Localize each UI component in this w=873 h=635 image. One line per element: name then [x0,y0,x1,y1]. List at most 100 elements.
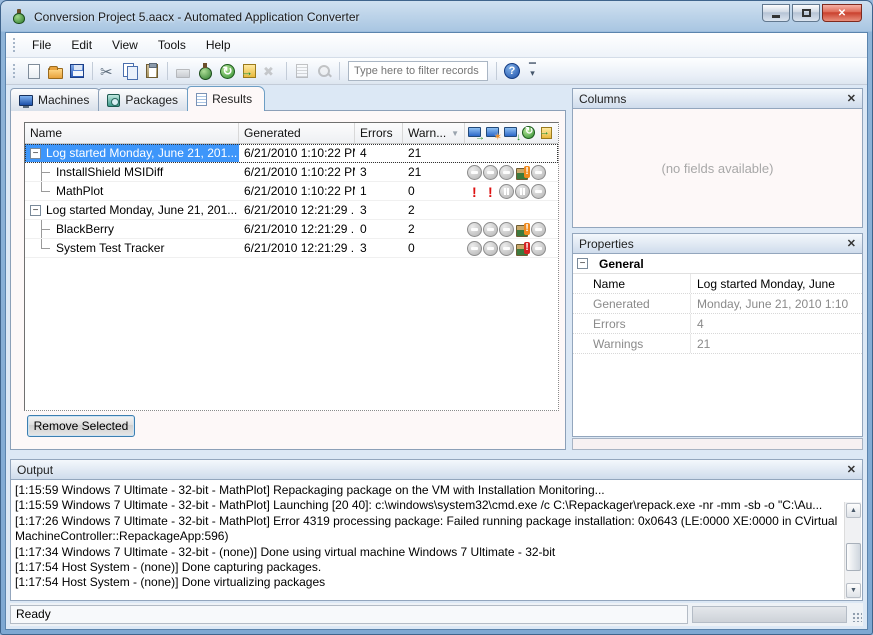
maximize-button[interactable] [792,4,820,22]
row-name: Log started Monday, June 21, 201... [46,146,237,160]
convert-package-button[interactable] [194,60,216,82]
menu-edit[interactable]: Edit [61,35,102,55]
category-label: General [599,257,644,271]
columns-close-icon[interactable]: ✕ [847,92,856,105]
resize-grip-icon[interactable] [851,607,863,623]
property-label: Warnings [573,334,691,353]
log-line: [1:15:59 Windows 7 Ultimate - 32-bit - M… [15,498,840,513]
find-button [313,60,335,82]
tab-machines[interactable]: Machines [10,88,102,111]
table-row[interactable]: BlackBerry 6/21/2010 12:21:29 ... 0 2 [25,220,558,239]
output-close-icon[interactable]: ✕ [847,463,856,476]
cut-button[interactable] [97,60,119,82]
log-line: [1:17:26 Windows 7 Ultimate - 32-bit - M… [15,514,840,545]
row-warnings: 2 [403,201,465,219]
open-folder-icon [48,68,63,79]
toolbar-overflow-button[interactable]: ▔▾ [529,66,536,76]
row-warnings: 21 [403,144,465,162]
property-row[interactable]: Errors 4 [573,314,862,334]
columns-panel-header[interactable]: Columns ✕ [572,88,863,109]
close-button[interactable]: ✕ [822,4,862,22]
remove-selected-button[interactable]: Remove Selected [27,415,135,437]
row-generated: 6/21/2010 12:21:29 ... [239,239,355,257]
table-row[interactable]: −Log started Monday, June 21, 201... 6/2… [25,201,558,220]
category-collapse-icon[interactable]: − [577,258,588,269]
copy-icon [122,63,138,79]
title-bar[interactable]: Conversion Project 5.aacx - Automated Ap… [1,1,872,32]
property-label: Errors [573,314,691,333]
scrollbar-thumb[interactable] [846,543,861,571]
column-header-generated[interactable]: Generated [239,123,355,143]
log-line: [1:17:54 Host System - (none)] Done virt… [15,575,840,590]
column-header-warnings[interactable]: Warn... ▼ [403,123,465,143]
monitor-burst-icon[interactable]: ✶ [485,125,502,142]
open-button[interactable] [44,60,66,82]
toolbar: ? ▔▾ [6,58,867,85]
help-button[interactable]: ? [501,60,523,82]
column-header-errors[interactable]: Errors [355,123,403,143]
new-document-button[interactable] [22,60,44,82]
log-line: [1:17:54 Host System - (none)] Done capt… [15,560,840,575]
right-pane: Columns ✕ (no fields available) Properti… [572,86,863,450]
tab-results[interactable]: Results [187,86,265,111]
property-row[interactable]: Warnings 21 [573,334,862,354]
column-header-name[interactable]: Name [25,123,239,143]
menu-tools[interactable]: Tools [148,35,196,55]
filter-input[interactable] [348,61,488,81]
table-row[interactable]: System Test Tracker 6/21/2010 12:21:29 .… [25,239,558,258]
properties-panel-header[interactable]: Properties ✕ [572,233,863,254]
menu-grip[interactable] [12,37,17,53]
convert-package-icon [197,63,213,79]
minimize-button[interactable] [762,4,790,22]
row-warnings: 21 [403,163,465,181]
row-errors: 3 [355,239,403,257]
filter-dropdown-icon[interactable]: ▼ [451,129,459,138]
status-bar: Ready [10,603,863,626]
export-column-icon[interactable] [539,125,556,142]
collapse-toggle-icon[interactable]: − [30,148,41,159]
refresh-column-icon[interactable] [521,125,538,142]
table-row[interactable]: MathPlot 6/21/2010 1:10:22 PM 1 0 [25,182,558,201]
properties-close-icon[interactable]: ✕ [847,237,856,250]
main-area: Machines Packages Results Name [6,86,867,454]
save-button[interactable] [66,60,88,82]
output-panel-header[interactable]: Output ✕ [10,459,863,480]
row-generated: 6/21/2010 12:21:29 ... [239,201,355,219]
tab-machines-label: Machines [38,93,89,107]
menu-view[interactable]: View [102,35,148,55]
property-row[interactable]: Name Log started Monday, June [573,274,862,294]
output-log[interactable]: [1:15:59 Windows 7 Ultimate - 32-bit - M… [15,483,840,598]
monitor-arrow-icon[interactable]: → [467,125,484,142]
row-errors: 0 [355,220,403,238]
menu-file[interactable]: File [22,35,61,55]
monitor-download-icon[interactable]: ↓ [503,125,520,142]
property-category[interactable]: − General [573,254,862,274]
minus-icon [483,165,498,180]
minus-icon [483,241,498,256]
no-fields-text: (no fields available) [661,161,773,176]
refresh-button[interactable] [216,60,238,82]
log-line: [1:15:59 Windows 7 Ultimate - 32-bit - M… [15,483,840,498]
run-conversion-button[interactable] [238,60,260,82]
row-name: MathPlot [56,184,103,198]
minus-icon [483,222,498,237]
row-generated: 6/21/2010 1:10:22 PM [239,144,355,162]
table-row[interactable]: InstallShield MSIDiff 6/21/2010 1:10:22 … [25,163,558,182]
copy-button[interactable] [119,60,141,82]
menu-help[interactable]: Help [196,35,241,55]
collapse-toggle-icon[interactable]: − [30,205,41,216]
scroll-down-icon[interactable]: ▼ [846,583,861,598]
pause-icon [515,184,530,199]
tab-packages[interactable]: Packages [98,88,191,111]
toolbar-grip[interactable] [12,63,17,79]
output-scrollbar[interactable]: ▲ ▼ [844,502,861,599]
property-row[interactable]: Generated Monday, June 21, 2010 1:10 [573,294,862,314]
output-panel-body: [1:15:59 Windows 7 Ultimate - 32-bit - M… [10,480,863,601]
paste-button[interactable] [141,60,163,82]
tree-connector [30,182,56,200]
scroll-up-icon[interactable]: ▲ [846,503,861,518]
package-warning-icon [515,165,530,180]
tab-strip: Machines Packages Results [10,88,261,111]
log-line: [1:17:34 Windows 7 Ultimate - 32-bit - (… [15,545,840,560]
table-row[interactable]: −Log started Monday, June 21, 201... 6/2… [25,144,558,163]
